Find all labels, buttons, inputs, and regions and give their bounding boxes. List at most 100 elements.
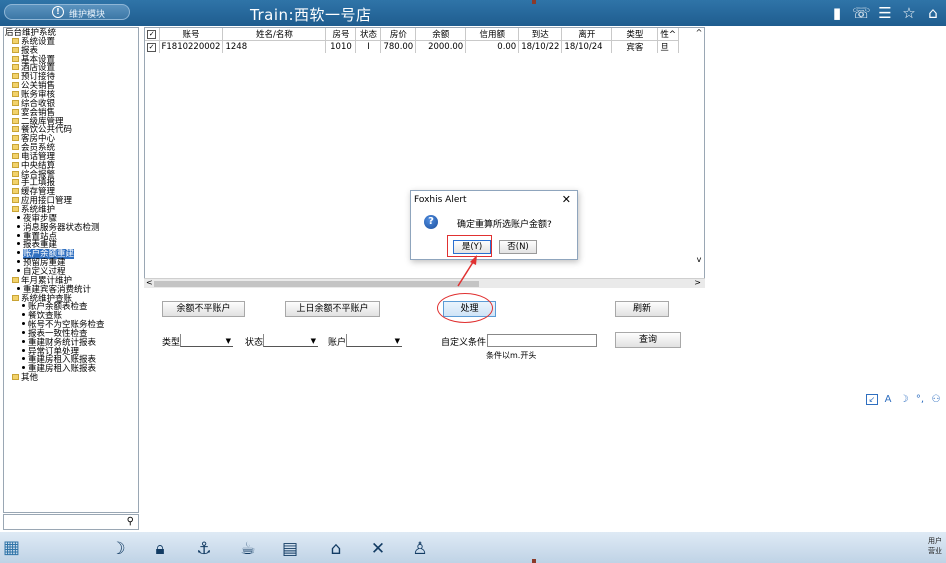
grid-header-row: ✓ 账号 姓名/名称 房号 状态 房价 余额 信用额 到达 离开 类型 性^ [145,28,680,41]
close-icon[interactable]: ✕ [562,193,571,206]
status-select[interactable]: ▼ [263,334,318,347]
folder-icon [12,55,19,62]
bullet-icon [22,366,25,370]
punctuation-icon[interactable]: °, [914,394,926,405]
table-cell: 旦 [657,40,680,53]
folder-icon [12,99,19,106]
scroll-up-icon[interactable]: ^ [694,28,704,38]
folder-icon [12,135,19,142]
custom-condition-input[interactable] [487,334,597,347]
user-info: 用户 营业 [928,536,942,556]
folder-icon [12,108,19,115]
unbalanced-accounts-button[interactable]: 余额不平账户 [162,301,245,317]
chevron-down-icon[interactable]: ▼ [311,337,316,345]
night-audit-icon[interactable]: ☽ [108,539,128,559]
folder-icon [12,179,19,186]
folder-icon [12,170,19,177]
account-select[interactable]: ▼ [346,334,402,347]
folder-icon [12,46,19,53]
table-cell: 18/10/22 [518,40,563,53]
window-marker [532,0,536,4]
column-header[interactable]: 姓名/名称 [222,28,327,41]
phone-icon[interactable]: ☏ [852,4,871,22]
person-icon[interactable]: ♙ [410,539,430,559]
bullet-icon [22,304,25,308]
column-header[interactable]: 性^ [657,28,680,41]
table-cell: F1810220002 [159,40,224,53]
module-selector[interactable]: ! 维护模块 [4,4,130,20]
account-label: 账户 [328,338,347,348]
folder-icon [12,64,19,71]
scroll-down-icon[interactable]: v [694,255,704,265]
chevron-down-icon[interactable]: ▼ [226,337,231,345]
grid-horizontal-scrollbar[interactable]: < > [144,278,705,288]
tree-item-label: 重建房租入账报表 [28,364,97,375]
grid-vertical-scrollbar[interactable]: ^ v [694,28,704,265]
font-icon[interactable]: A [882,394,894,405]
document-icon[interactable]: ▤ [280,539,300,559]
tools-icon[interactable]: ✕ [368,539,388,559]
row-checkbox-cell[interactable]: ✓ [145,40,160,53]
business-label: 营业 [928,547,942,555]
bottom-toolbar: ▦ ☽ 🔒︎ ⚓︎ ☕︎ ▤ ⌂ ✕ ♙ 用户 营业 [0,532,946,563]
coffee-icon[interactable]: ☕︎ [238,539,258,559]
user-icon[interactable]: ⚇ [930,394,942,405]
table-row[interactable]: ✓ F1810220002 1248 1010 I 780.00 2000.00… [145,40,680,53]
refresh-button[interactable]: 刷新 [615,301,669,317]
tree-search-input[interactable]: ⚲ [3,514,139,530]
column-header[interactable]: 账号 [159,28,224,41]
custom-condition-label: 自定义条件 [441,338,487,348]
scrollbar-thumb[interactable] [154,281,479,287]
folder-icon [12,161,19,168]
folder-icon [12,126,19,133]
chevron-down-icon[interactable]: ▼ [395,337,400,345]
menu-icon[interactable]: ☰ [876,4,894,22]
select-all-checkbox[interactable]: ✓ [147,30,157,39]
custom-condition-hint: 条件以m.开头 [486,351,537,360]
anchor-icon[interactable]: ⚓︎ [194,539,214,559]
window-title: Train:西软一号店 [250,6,372,24]
type-label: 类型 [162,338,181,348]
search-icon[interactable]: ⚲ [127,516,134,527]
row-checkbox[interactable]: ✓ [147,43,156,52]
top-icon-group: ▮ ☏ ☰ ☆ ⌂ [828,3,942,23]
tree-item[interactable]: 其他 [12,374,38,383]
column-header[interactable]: 状态 [355,28,382,41]
query-button[interactable]: 查询 [615,332,681,348]
table-cell: I [355,40,382,53]
prev-day-unbalanced-button[interactable]: 上日余额不平账户 [285,301,380,317]
checkbox-icon[interactable]: ↙ [866,393,878,405]
column-header[interactable]: 到达 [518,28,563,41]
function-tree[interactable]: 后台维护系统 系统设置 报表 基本设置 酒店设置 预订接待 公关销售 账务审核 综合收银 宴会销售… [3,27,139,513]
folder-icon [12,206,19,212]
column-header[interactable]: 余额 [415,28,467,41]
star-icon[interactable]: ☆ [900,4,918,22]
question-icon: ? [424,215,438,229]
dialog-title: Foxhis Alert [414,195,467,205]
lock-icon[interactable]: 🔒︎ [150,539,170,559]
bullet-icon [22,357,25,361]
folder-icon [12,90,19,97]
column-header[interactable]: 房价 [380,28,417,41]
folder-icon [12,144,19,151]
table-cell: 1248 [222,40,327,53]
bullet-icon [17,242,20,246]
folder-icon [12,294,19,301]
logo-icon: ▦ [3,537,21,558]
no-button[interactable]: 否(N) [499,240,537,254]
home-icon[interactable]: ⌂ [924,4,942,22]
column-header[interactable]: 信用额 [465,28,520,41]
folder-icon [12,37,19,44]
moon-icon[interactable]: ☽ [898,394,910,405]
education-icon[interactable]: ⌂ [326,539,346,559]
column-header[interactable]: 房号 [325,28,357,41]
column-header[interactable]: 类型 [611,28,659,41]
table-cell: 1010 [325,40,357,53]
scroll-left-icon[interactable]: < [146,278,153,287]
column-header[interactable]: 离开 [561,28,613,41]
bullet-icon [17,224,20,228]
column-header-select[interactable]: ✓ [145,28,160,41]
window-marker [532,559,536,563]
type-select[interactable]: ▼ [180,334,233,347]
scroll-right-icon[interactable]: > [694,278,701,287]
